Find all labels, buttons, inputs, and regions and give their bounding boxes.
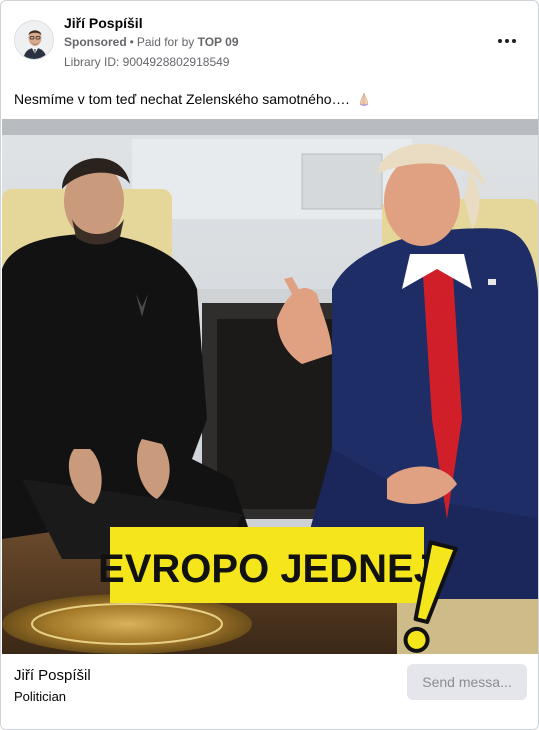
avatar-portrait bbox=[15, 21, 53, 59]
post-text: Nesmíme v tom teď nechat Zelenského samo… bbox=[14, 91, 371, 107]
footer-page-name[interactable]: Jiří Pospíšil bbox=[14, 667, 91, 684]
separator-dot: • bbox=[129, 35, 134, 49]
ad-footer: Jiří Pospíšil Politician Send messa... bbox=[1, 654, 538, 729]
avatar[interactable] bbox=[14, 20, 54, 60]
post-header: Jiří Pospíšil Sponsored • Paid for by TOP … bbox=[1, 1, 538, 81]
ad-image-scene: EVROPO JEDNEJ bbox=[2, 119, 538, 654]
ad-card: Jiří Pospíšil Sponsored • Paid for by TOP … bbox=[0, 0, 539, 730]
banner-text: EVROPO JEDNEJ bbox=[98, 547, 436, 591]
paid-for-prefix: Paid for by bbox=[136, 35, 195, 49]
paid-for-name[interactable]: TOP 09 bbox=[198, 35, 239, 49]
footer-page-category: Politician bbox=[14, 689, 67, 704]
library-id: Library ID: 9004928802918549 bbox=[64, 55, 230, 69]
author-name[interactable]: Jiří Pospíšil bbox=[64, 15, 143, 31]
sponsored-line: Sponsored • Paid for by TOP 09 bbox=[64, 35, 239, 49]
ad-image[interactable]: EVROPO JEDNEJ bbox=[2, 119, 538, 654]
post-text-content: Nesmíme v tom teď nechat Zelenského samo… bbox=[14, 91, 350, 107]
pray-icon bbox=[360, 92, 369, 106]
sponsored-label: Sponsored bbox=[64, 35, 127, 49]
more-options-icon[interactable] bbox=[493, 31, 521, 51]
send-message-button[interactable]: Send messa... bbox=[407, 664, 527, 700]
